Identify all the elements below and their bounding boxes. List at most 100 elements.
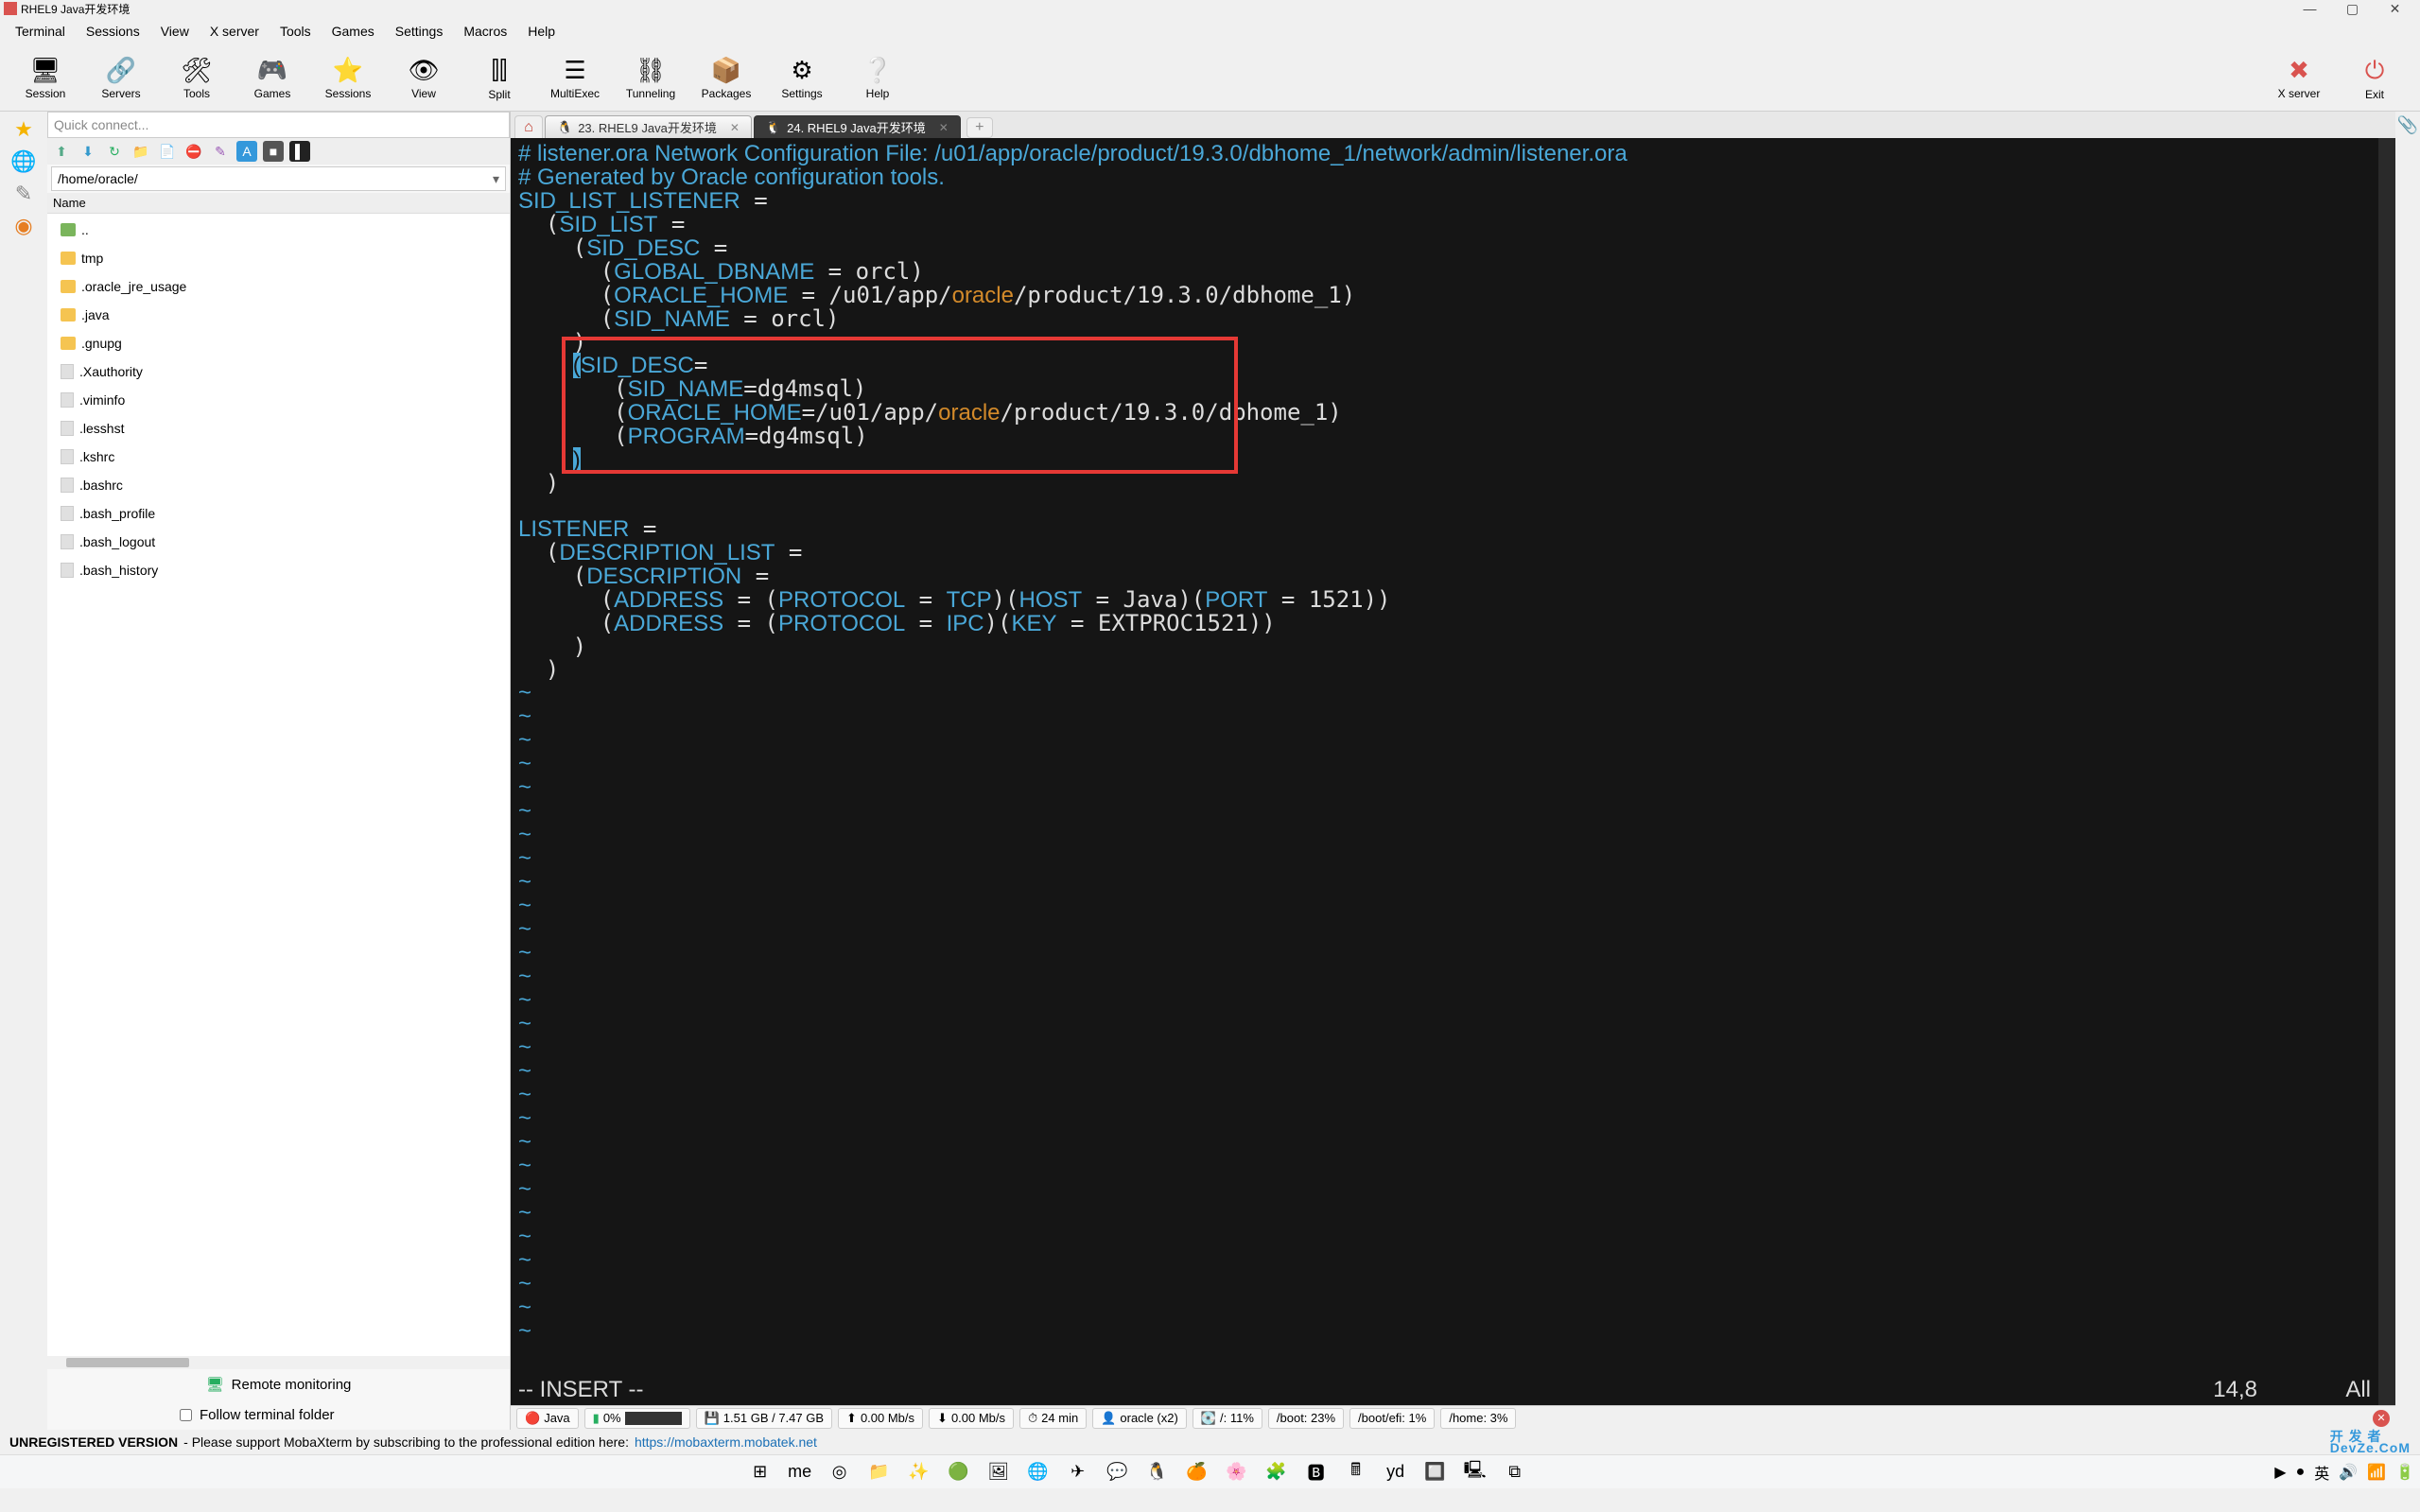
taskbar-app-13[interactable]: 🧩 — [1260, 1458, 1294, 1486]
menu-settings[interactable]: Settings — [386, 22, 453, 41]
terminal[interactable]: # listener.ora Network Configuration Fil… — [511, 138, 2378, 1405]
tool-servers[interactable]: 🔗Servers — [83, 50, 159, 107]
file-.bash_history[interactable]: .bash_history — [47, 556, 510, 584]
terminal-icon[interactable]: ▌ — [289, 141, 310, 162]
attach-icon[interactable]: 📎 — [2395, 112, 2420, 1430]
follow-terminal-checkbox[interactable] — [180, 1409, 192, 1421]
taskbar-app-12[interactable]: 🌸 — [1220, 1458, 1254, 1486]
session-tab[interactable]: 🐧24. RHEL9 Java开发环境✕ — [754, 115, 961, 138]
menu-tools[interactable]: Tools — [270, 22, 321, 41]
edit-icon[interactable]: ✎ — [210, 141, 231, 162]
v-scrollbar[interactable] — [2378, 138, 2395, 1405]
tools-icon[interactable]: ✎ — [15, 182, 32, 206]
newfile-icon[interactable]: 📄 — [157, 141, 178, 162]
tool-session[interactable]: 🖥Session — [8, 50, 83, 107]
refresh-icon[interactable]: ↻ — [104, 141, 125, 162]
upload-icon[interactable]: ⬆ — [51, 141, 72, 162]
taskbar-app-7[interactable]: 🌐 — [1021, 1458, 1055, 1486]
file-.kshrc[interactable]: .kshrc — [47, 443, 510, 471]
tool-sessions[interactable]: ⭐Sessions — [310, 50, 386, 107]
toggle-b-icon[interactable]: ■ — [263, 141, 284, 162]
tool-games[interactable]: 🎮Games — [235, 50, 310, 107]
taskbar-app-8[interactable]: ✈ — [1061, 1458, 1095, 1486]
tool-split[interactable]: ⫿⫿Split — [461, 50, 537, 107]
h-scrollbar[interactable] — [47, 1356, 510, 1369]
home-tab[interactable]: ⌂ — [514, 115, 543, 138]
delete-icon[interactable]: ⛔ — [183, 141, 204, 162]
close-tab-icon[interactable]: ✕ — [939, 121, 949, 134]
new-tab-button[interactable]: + — [966, 117, 993, 138]
file-tree[interactable]: ..tmp.oracle_jre_usage.java.gnupg.Xautho… — [47, 214, 510, 1356]
tray-icon-3[interactable]: 🔊 — [2339, 1463, 2358, 1482]
tool-exit[interactable]: ⏻Exit — [2337, 50, 2412, 107]
menu-games[interactable]: Games — [322, 22, 384, 41]
file-.gnupg[interactable]: .gnupg — [47, 329, 510, 357]
file-.bash_logout[interactable]: .bash_logout — [47, 528, 510, 556]
multiexec-icon: ☰ — [564, 56, 585, 85]
banner-link[interactable]: https://mobaxterm.mobatek.net — [635, 1434, 817, 1450]
menu-view[interactable]: View — [151, 22, 199, 41]
tool-view[interactable]: 👁View — [386, 50, 461, 107]
file-.oracle_jre_usage[interactable]: .oracle_jre_usage — [47, 272, 510, 301]
tray-icon-4[interactable]: 📶 — [2367, 1463, 2386, 1482]
tray-icon-0[interactable]: ▶ — [2274, 1463, 2286, 1482]
remote-monitoring-toggle[interactable]: 🖥 Remote monitoring — [47, 1369, 510, 1399]
toggle-a-icon[interactable]: A — [236, 141, 257, 162]
menu-help[interactable]: Help — [518, 22, 565, 41]
taskbar-app-5[interactable]: 🟢 — [942, 1458, 976, 1486]
macro-icon[interactable]: ◉ — [14, 214, 32, 238]
tray-icon-2[interactable]: 英 — [2314, 1461, 2329, 1484]
editor-area: ⌂ 🐧23. RHEL9 Java开发环境✕🐧24. RHEL9 Java开发环… — [511, 112, 2395, 1430]
file-.lesshst[interactable]: .lesshst — [47, 414, 510, 443]
close-button[interactable]: ✕ — [2374, 0, 2416, 17]
taskbar-app-9[interactable]: 💬 — [1101, 1458, 1135, 1486]
taskbar-app-19[interactable]: ⧉ — [1498, 1458, 1532, 1486]
tray-icon-5[interactable]: 🔋 — [2395, 1463, 2414, 1482]
tool-tunneling[interactable]: ⛓Tunneling — [613, 50, 688, 107]
maximize-button[interactable]: ▢ — [2331, 0, 2374, 17]
tool-multiexec[interactable]: ☰MultiExec — [537, 50, 613, 107]
file-.viminfo[interactable]: .viminfo — [47, 386, 510, 414]
menu-sessions[interactable]: Sessions — [77, 22, 149, 41]
taskbar-app-14[interactable]: 🅱 — [1299, 1458, 1333, 1486]
tool-x-server[interactable]: ✖X server — [2261, 50, 2337, 107]
star-icon[interactable]: ★ — [14, 117, 33, 142]
file-.bashrc[interactable]: .bashrc — [47, 471, 510, 499]
tool-tools[interactable]: 🛠Tools — [159, 50, 235, 107]
globe-icon[interactable]: 🌐 — [10, 149, 36, 174]
tool-settings[interactable]: ⚙Settings — [764, 50, 840, 107]
file-icon — [61, 421, 74, 436]
taskbar-app-18[interactable]: 🖳 — [1458, 1458, 1492, 1486]
menu-macros[interactable]: Macros — [454, 22, 516, 41]
file-tmp[interactable]: tmp — [47, 244, 510, 272]
newfolder-icon[interactable]: 📁 — [131, 141, 151, 162]
file-.java[interactable]: .java — [47, 301, 510, 329]
tool-help[interactable]: ❔Help — [840, 50, 915, 107]
download-icon[interactable]: ⬇ — [78, 141, 98, 162]
file-.bash_profile[interactable]: .bash_profile — [47, 499, 510, 528]
status-close-icon[interactable]: ✕ — [2373, 1410, 2390, 1427]
taskbar-app-0[interactable]: ⊞ — [743, 1458, 777, 1486]
menu-x-server[interactable]: X server — [200, 22, 269, 41]
file-.Xauthority[interactable]: .Xauthority — [47, 357, 510, 386]
path-input[interactable]: /home/oracle/ ▾ — [51, 166, 506, 191]
taskbar-app-17[interactable]: 🔲 — [1419, 1458, 1453, 1486]
chevron-down-icon[interactable]: ▾ — [493, 171, 499, 187]
taskbar-app-11[interactable]: 🍊 — [1180, 1458, 1214, 1486]
taskbar-app-3[interactable]: 📁 — [862, 1458, 897, 1486]
parent-dir[interactable]: .. — [47, 216, 510, 244]
taskbar-app-6[interactable]: 🖼 — [982, 1458, 1016, 1486]
taskbar-app-15[interactable]: 🖩 — [1339, 1458, 1373, 1486]
session-tab[interactable]: 🐧23. RHEL9 Java开发环境✕ — [545, 115, 752, 138]
tray-icon-1[interactable]: ● — [2296, 1464, 2306, 1481]
close-tab-icon[interactable]: ✕ — [730, 121, 740, 134]
taskbar-app-10[interactable]: 🐧 — [1140, 1458, 1175, 1486]
tool-packages[interactable]: 📦Packages — [688, 50, 764, 107]
minimize-button[interactable]: — — [2289, 0, 2331, 17]
taskbar-app-16[interactable]: yd — [1379, 1458, 1413, 1486]
taskbar-app-2[interactable]: ◎ — [823, 1458, 857, 1486]
taskbar-app-1[interactable]: me — [783, 1458, 817, 1486]
quick-connect-input[interactable]: Quick connect... — [47, 112, 510, 138]
taskbar-app-4[interactable]: ✨ — [902, 1458, 936, 1486]
menu-terminal[interactable]: Terminal — [6, 22, 75, 41]
